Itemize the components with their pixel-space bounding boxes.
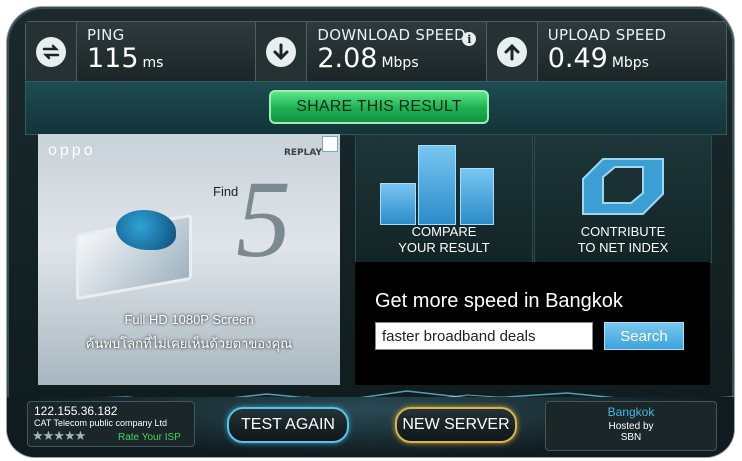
- ping-icon-box: [26, 22, 77, 82]
- upload-value-row: 0.49 Mbps: [548, 44, 667, 78]
- info-icon[interactable]: i: [462, 32, 477, 46]
- download-icon-box: [256, 22, 308, 82]
- upload-label: UPLOAD SPEED: [547, 26, 667, 44]
- upload-stat: UPLOAD SPEED 0.49 Mbps: [486, 22, 726, 82]
- compare-line2: YOUR RESULT: [398, 240, 490, 255]
- contribute-line2: TO NET INDEX: [577, 240, 669, 255]
- compare-line1: COMPARE: [411, 224, 477, 239]
- test-again-button[interactable]: TEST AGAIN: [227, 407, 349, 443]
- ping-stat: PING 115 ms: [26, 22, 257, 82]
- bottom-bar: 122.155.36.182 CAT Telecom public compan…: [7, 397, 734, 457]
- download-stat: DOWNLOAD SPEED 2.08 Mbps i: [256, 22, 487, 82]
- swap-arrows-icon: [36, 37, 66, 67]
- share-band: SHARE THIS RESULT: [25, 81, 727, 135]
- promo-search-input[interactable]: [375, 322, 593, 350]
- server-panel: Bangkok Hosted by SBN: [545, 401, 717, 451]
- share-result-button[interactable]: SHARE THIS RESULT: [269, 90, 489, 124]
- new-server-button[interactable]: NEW SERVER: [395, 407, 517, 443]
- ad-caption-line1: Full HD 1080P Screen: [124, 312, 254, 327]
- download-value: 2.08: [317, 43, 378, 74]
- server-host: SBN: [620, 432, 642, 443]
- ping-label: PING: [87, 26, 125, 44]
- ad-brand-logo: oppo: [48, 142, 96, 159]
- contribute-line1: CONTRIBUTE: [580, 224, 666, 239]
- upload-unit: Mbps: [611, 55, 649, 71]
- promo-headline: Get more speed in Bangkok: [375, 290, 623, 312]
- ip-address: 122.155.36.182: [34, 404, 118, 418]
- rate-isp-link[interactable]: Rate Your ISP: [118, 432, 181, 443]
- ping-value: 115: [87, 43, 139, 74]
- download-label: DOWNLOAD SPEED: [317, 26, 466, 44]
- upload-text: UPLOAD SPEED 0.49 Mbps: [538, 26, 667, 78]
- ad-replay-button[interactable]: REPLAY: [284, 148, 322, 158]
- download-value-row: 2.08 Mbps: [317, 44, 466, 78]
- net-index-icon: [582, 158, 664, 215]
- compare-result-tile[interactable]: COMPARE YOUR RESULT: [355, 134, 533, 263]
- ad-caption-line2: ค้นพบโลกที่ไม่เคยเห็นด้วยตาของคุณ: [85, 336, 293, 351]
- download-unit: Mbps: [381, 55, 419, 71]
- isp-panel: 122.155.36.182 CAT Telecom public compan…: [27, 401, 195, 447]
- arrow-up-icon: [496, 37, 527, 67]
- contribute-tile[interactable]: CONTRIBUTE TO NET INDEX: [534, 134, 712, 263]
- rating-stars[interactable]: ★★★★★: [32, 429, 86, 444]
- contribute-tile-label: CONTRIBUTE TO NET INDEX: [535, 224, 711, 256]
- bar-chart-icon: [376, 145, 506, 225]
- speed-promo-panel: Get more speed in Bangkok Search: [355, 262, 710, 385]
- upload-value: 0.49: [547, 43, 608, 74]
- ping-value-row: 115 ms: [87, 44, 163, 78]
- download-text: DOWNLOAD SPEED 2.08 Mbps: [307, 26, 466, 78]
- compare-tile-label: COMPARE YOUR RESULT: [356, 224, 532, 256]
- ad-five-text: 5: [236, 158, 291, 280]
- isp-company: CAT Telecom public company Ltd: [34, 418, 168, 428]
- advertisement[interactable]: oppo REPLAY Find 5 Full HD 1080P Screen …: [38, 134, 340, 385]
- ad-find-text: Find: [213, 184, 239, 199]
- ping-text: PING 115 ms: [77, 26, 163, 78]
- promo-search-button[interactable]: Search: [604, 322, 684, 350]
- hosted-by-label: Hosted by: [608, 421, 654, 432]
- stats-bar: PING 115 ms DOWNLOAD SPEED 2.08 Mbps i U…: [25, 21, 727, 83]
- speedtest-window: PING 115 ms DOWNLOAD SPEED 2.08 Mbps i U…: [7, 7, 734, 457]
- server-city: Bangkok: [607, 405, 655, 419]
- upload-icon-box: [486, 22, 538, 82]
- arrow-down-icon: [266, 37, 297, 67]
- ping-unit: ms: [142, 55, 164, 71]
- adchoices-icon[interactable]: [322, 136, 338, 152]
